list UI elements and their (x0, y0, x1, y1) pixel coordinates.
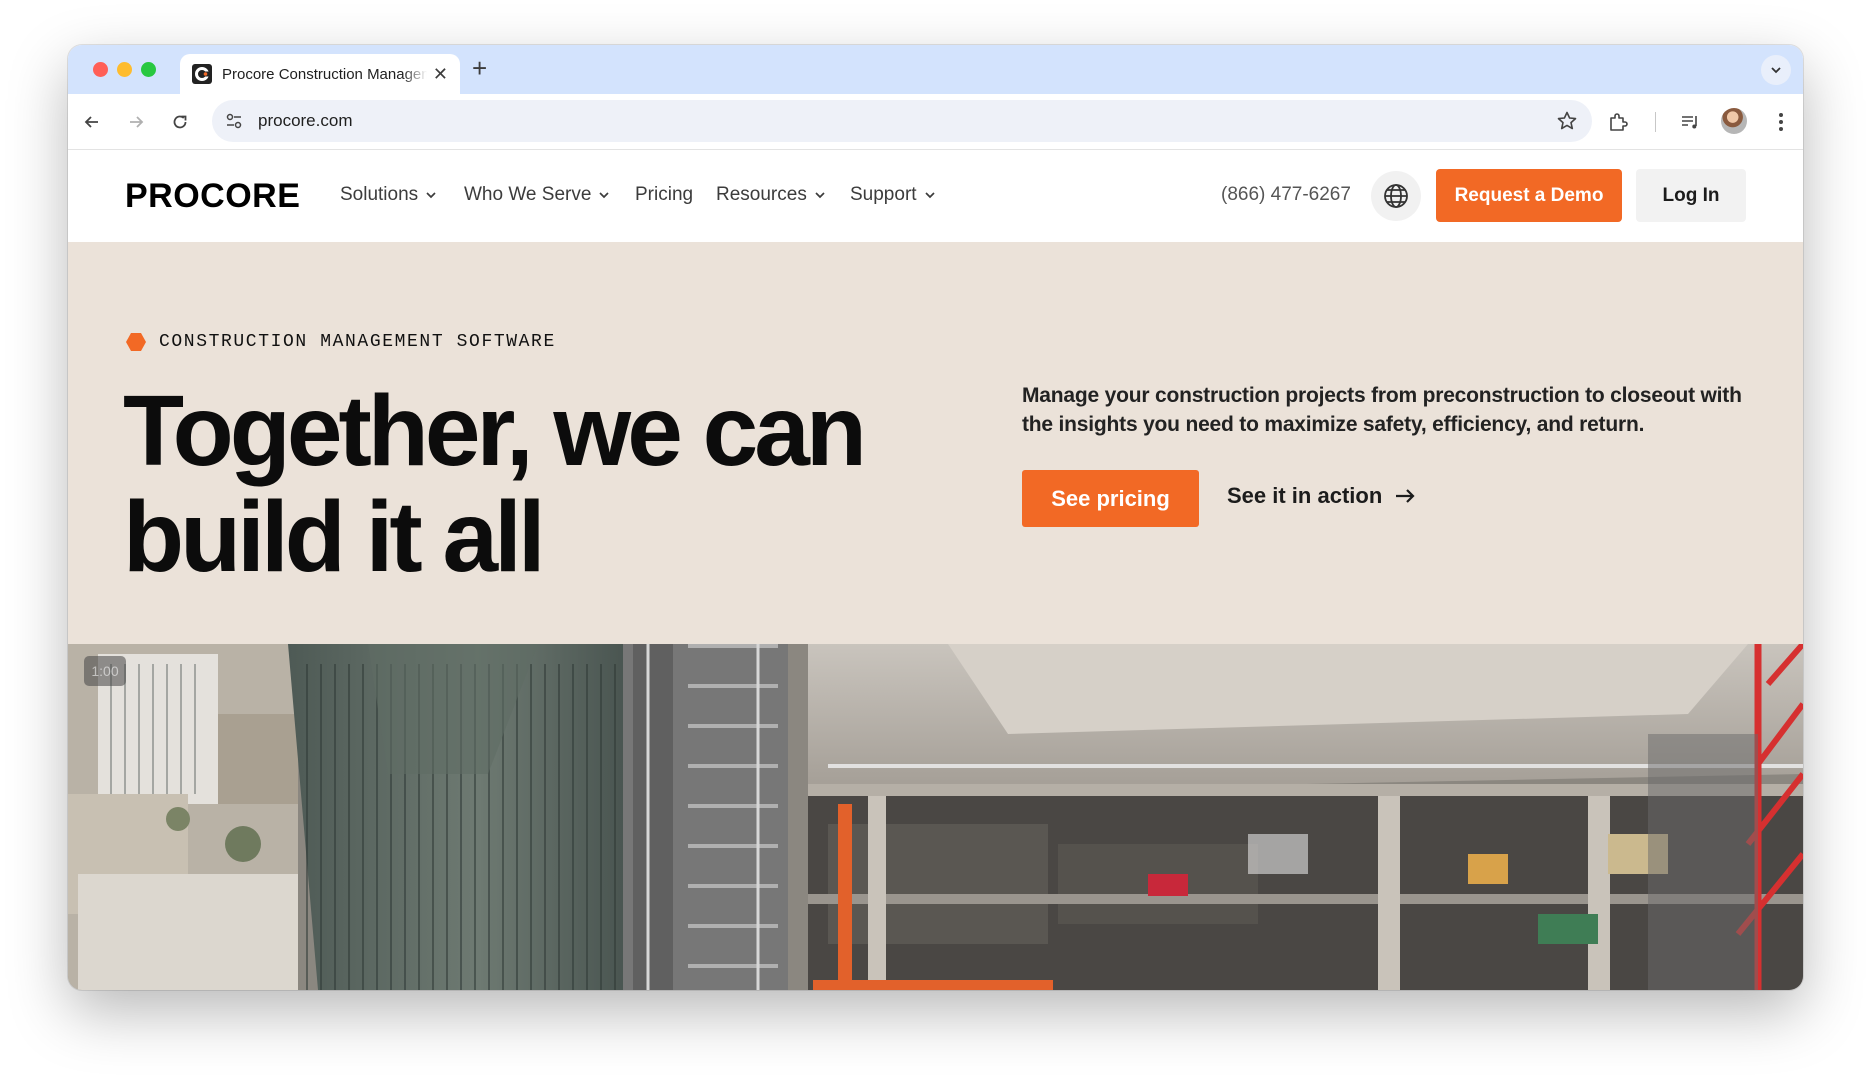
url-text: procore.com (258, 111, 353, 130)
log-in-button[interactable]: Log In (1636, 169, 1746, 222)
nav-pricing[interactable]: Pricing (635, 184, 693, 206)
hero-headline: Together, we can build it all (123, 378, 943, 590)
hero-section: CONSTRUCTION MANAGEMENT SOFTWARE Togethe… (68, 242, 1803, 644)
chevron-down-icon (426, 192, 436, 199)
profile-avatar[interactable] (1721, 108, 1747, 134)
chevron-down-icon (599, 192, 610, 199)
tab-title: Procore Construction Management Software (222, 65, 427, 83)
nav-support[interactable]: Support (850, 184, 936, 206)
new-tab-icon[interactable]: + (472, 55, 487, 81)
action-label: See it in action (1227, 483, 1383, 508)
browser-window: Procore Construction Management Software… (68, 45, 1803, 990)
tab-close-icon[interactable]: ✕ (433, 65, 448, 83)
headline-line-2: build it all (123, 481, 546, 593)
minimize-window-button[interactable] (117, 62, 132, 77)
maximize-window-button[interactable] (141, 62, 156, 77)
see-pricing-button[interactable]: See pricing (1022, 470, 1199, 527)
hero-subtext: Manage your construction projects from p… (1022, 384, 1742, 436)
nav-label: Solutions (340, 184, 419, 205)
eyebrow-text: CONSTRUCTION MANAGEMENT SOFTWARE (159, 332, 556, 352)
request-demo-button[interactable]: Request a Demo (1436, 169, 1622, 222)
procore-favicon-icon (192, 64, 212, 84)
nav-solutions[interactable]: Solutions (340, 184, 437, 206)
nav-label: Resources (716, 184, 807, 205)
video-timestamp: 1:00 (84, 656, 126, 686)
see-it-in-action-link[interactable]: See it in action (1227, 483, 1416, 509)
back-icon[interactable] (80, 110, 104, 134)
arrow-right-icon (1396, 489, 1415, 503)
extensions-puzzle-icon[interactable] (1606, 110, 1630, 134)
chevron-down-icon (924, 192, 935, 199)
chevron-down-icon (1771, 67, 1781, 74)
hexagon-icon (126, 333, 146, 351)
procore-logo[interactable]: PROCORE (125, 177, 300, 216)
language-selector-button[interactable] (1371, 171, 1421, 221)
web-page: PROCORE Solutions Who We Serve Pricing R… (68, 150, 1803, 990)
eyebrow: CONSTRUCTION MANAGEMENT SOFTWARE (125, 331, 556, 353)
globe-icon (1384, 184, 1408, 208)
nav-who-we-serve[interactable]: Who We Serve (464, 184, 610, 206)
more-menu-icon[interactable] (1769, 110, 1793, 134)
toolbar-separator (1655, 112, 1656, 132)
phone-number-link[interactable]: (866) 477-6267 (1221, 184, 1351, 206)
nav-label: Pricing (635, 184, 694, 205)
headline-line-1: Together, we can (123, 375, 867, 487)
construction-site-video-frame (68, 644, 1803, 990)
reload-icon[interactable] (168, 110, 192, 134)
nav-resources[interactable]: Resources (716, 184, 826, 206)
nav-label: Support (850, 184, 917, 205)
close-window-button[interactable] (93, 62, 108, 77)
tab-strip: Procore Construction Management Software… (68, 45, 1803, 94)
media-queue-icon[interactable] (1678, 110, 1702, 134)
browser-tab[interactable]: Procore Construction Management Software… (180, 54, 460, 94)
bookmark-star-icon[interactable] (1556, 110, 1578, 137)
forward-icon[interactable] (124, 110, 148, 134)
site-settings-icon[interactable] (224, 111, 244, 136)
address-bar[interactable]: procore.com (212, 100, 1592, 142)
nav-label: Who We Serve (464, 184, 592, 205)
tab-search-button[interactable] (1761, 55, 1791, 85)
chevron-down-icon (815, 192, 825, 199)
browser-toolbar: procore.com (68, 94, 1803, 150)
hero-video[interactable]: 1:00 (68, 644, 1803, 990)
site-header: PROCORE Solutions Who We Serve Pricing R… (68, 150, 1803, 242)
